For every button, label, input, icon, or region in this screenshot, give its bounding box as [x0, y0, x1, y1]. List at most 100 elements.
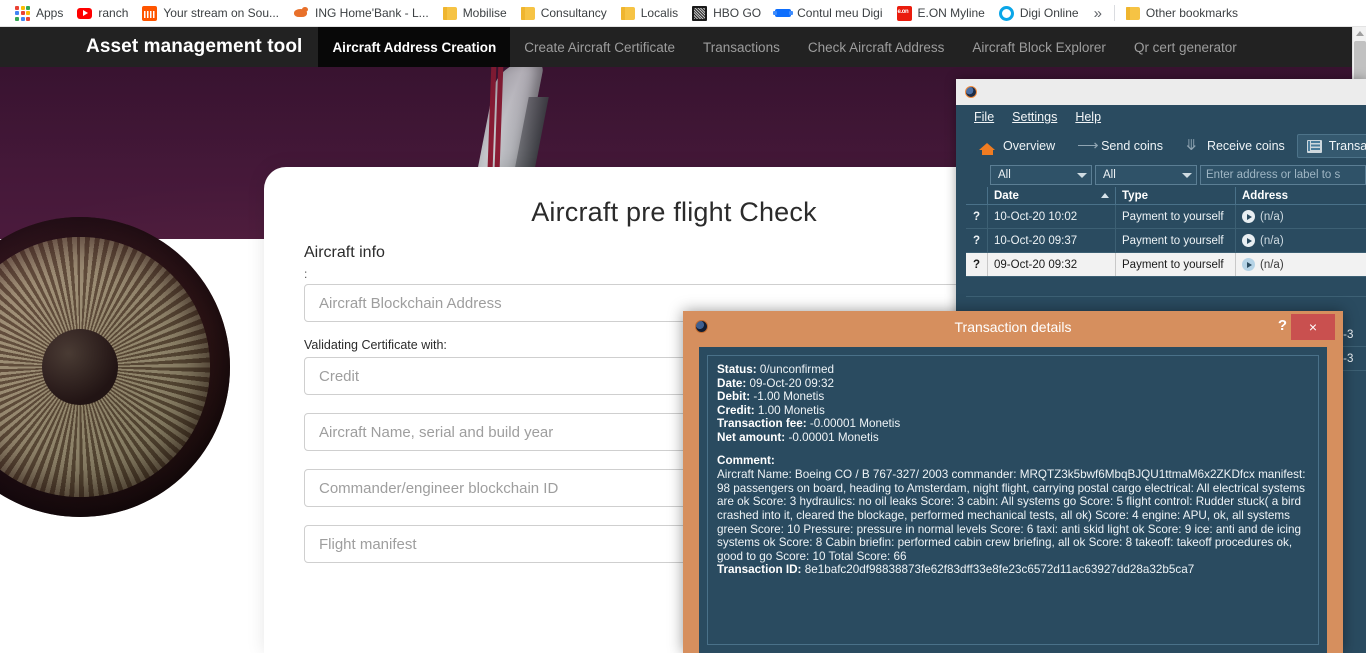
wallet-filters: All All — [956, 163, 1366, 187]
column-header-status[interactable] — [966, 187, 988, 204]
bookmark-contul-meu-digi[interactable]: Contul meu Digi — [768, 4, 889, 22]
nav-aircraft-block-explorer[interactable]: Aircraft Block Explorer — [958, 27, 1120, 67]
bookmark-mobilise[interactable]: Mobilise — [436, 4, 514, 22]
outgoing-arrow-icon — [1242, 234, 1255, 247]
table-header-row: Date Type Address — [966, 187, 1366, 205]
row-status: ? — [966, 229, 988, 252]
chevron-down-icon — [1077, 172, 1087, 178]
help-button[interactable]: ? — [1278, 317, 1287, 334]
toolbar-label: Send coins — [1101, 139, 1163, 153]
transaction-details-dialog: Transaction details ? × Status: 0/unconf… — [683, 311, 1343, 653]
bookmark-eon-myline[interactable]: E.ON Myline — [890, 4, 992, 23]
nav-transactions[interactable]: Transactions — [689, 27, 794, 67]
outgoing-arrow-icon — [1242, 258, 1255, 271]
table-row[interactable]: ? 10-Oct-20 09:37 Payment to yourself (n… — [966, 229, 1366, 253]
row-type: Payment to yourself — [1116, 253, 1236, 276]
soundcloud-icon — [142, 5, 158, 21]
detail-net-amount: Net amount: -0.00001 Monetis — [717, 430, 879, 444]
hbo-go-icon — [692, 5, 708, 21]
transaction-details-text: Status: 0/unconfirmed Date: 09-Oct-20 09… — [707, 355, 1319, 645]
detail-debit: Debit: -1.00 Monetis — [717, 390, 825, 404]
column-header-date[interactable]: Date — [988, 187, 1116, 204]
row-address: (n/a) — [1236, 229, 1366, 252]
column-header-type[interactable]: Type — [1116, 187, 1236, 204]
wallet-titlebar[interactable] — [956, 79, 1366, 105]
bookmark-other-bookmarks[interactable]: Other bookmarks — [1119, 4, 1245, 22]
nav-qr-cert-generator[interactable]: Qr cert generator — [1120, 27, 1251, 67]
detail-transaction-id: Transaction ID: 8e1bafc20df98838873fe62f… — [717, 563, 1195, 577]
row-status: ? — [966, 253, 988, 276]
type-filter-select[interactable]: All — [1095, 165, 1197, 185]
bookmark-localis[interactable]: Localis — [614, 4, 685, 22]
toolbar-overview-button[interactable]: Overview — [969, 134, 1065, 159]
table-empty-row — [966, 277, 1366, 297]
nav-check-aircraft-address[interactable]: Check Aircraft Address — [794, 27, 959, 67]
bookmark-ing[interactable]: ING Home'Bank - L... — [286, 4, 436, 22]
receive-arrow-icon: ⤋ — [1184, 137, 1198, 154]
toolbar-label: Overview — [1003, 139, 1056, 153]
detail-date: Date: 09-Oct-20 09:32 — [717, 376, 834, 390]
nav-aircraft-address-creation[interactable]: Aircraft Address Creation — [318, 27, 511, 67]
address-search-input[interactable] — [1200, 165, 1366, 185]
bookmark-label: Mobilise — [462, 6, 507, 20]
table-row[interactable]: ? 09-Oct-20 09:32 Payment to yourself (n… — [966, 253, 1366, 277]
detail-credit: Credit: 1.00 Monetis — [717, 403, 825, 417]
bookmark-label: Other bookmarks — [1145, 6, 1238, 20]
page-title: Aircraft pre flight Check — [531, 197, 817, 227]
toolbar-transactions-button[interactable]: Transactions — [1296, 134, 1366, 158]
dialog-content: Status: 0/unconfirmed Date: 09-Oct-20 09… — [699, 347, 1327, 653]
section-title-aircraft-info: Aircraft info — [304, 244, 385, 261]
wallet-menubar: File Settings Help — [956, 105, 1366, 129]
bookmark-digi-online[interactable]: Digi Online — [992, 4, 1086, 23]
colon-label: : — [304, 267, 308, 281]
sort-ascending-icon — [1101, 193, 1109, 198]
brand-title[interactable]: Asset management tool — [0, 27, 318, 67]
jet-engine-image — [0, 217, 260, 517]
bookmark-soundcloud[interactable]: Your stream on Sou... — [135, 4, 286, 23]
row-type: Payment to yourself — [1116, 229, 1236, 252]
scroll-up-arrow-icon[interactable] — [1356, 31, 1364, 36]
digi-icon — [773, 9, 794, 17]
browser-bookmarks-bar: Apps ranch Your stream on Sou... ING Hom… — [0, 0, 1366, 27]
toolbar-label: Transactions — [1328, 139, 1366, 153]
nav-create-aircraft-certificate[interactable]: Create Aircraft Certificate — [510, 27, 689, 67]
row-address: (n/a) — [1236, 253, 1366, 276]
menu-file[interactable]: File — [974, 110, 994, 124]
wallet-toolbar: Overview ⟶ Send coins ⤋ Receive coins Tr… — [956, 129, 1366, 163]
send-arrow-icon: ⟶ — [1077, 137, 1099, 154]
bookmark-label: E.ON Myline — [917, 6, 985, 20]
bookmark-label: ING Home'Bank - L... — [315, 6, 429, 20]
menu-settings[interactable]: Settings — [1012, 110, 1057, 124]
bookmark-apps[interactable]: Apps — [8, 4, 70, 23]
dialog-title: Transaction details — [954, 319, 1072, 335]
date-filter-value: All — [998, 169, 1011, 181]
column-header-address[interactable]: Address — [1236, 187, 1366, 204]
folder-icon — [520, 6, 535, 20]
bookmark-label: Contul meu Digi — [797, 6, 883, 20]
date-filter-select[interactable]: All — [990, 165, 1092, 185]
row-date: 10-Oct-20 10:02 — [988, 205, 1116, 228]
transactions-table: Date Type Address ? 10-Oct-20 10:02 Paym… — [966, 187, 1366, 297]
bookmark-hbo-go[interactable]: HBO GO — [685, 4, 768, 23]
bookmark-label: Consultancy — [540, 6, 607, 20]
bookmarks-overflow-button[interactable]: » — [1086, 5, 1110, 22]
toolbar-send-coins-button[interactable]: ⟶ Send coins — [1067, 134, 1173, 158]
row-date: 10-Oct-20 09:37 — [988, 229, 1116, 252]
toolbar-receive-coins-button[interactable]: ⤋ Receive coins — [1175, 134, 1295, 158]
folder-icon — [442, 6, 457, 20]
folder-icon — [620, 6, 635, 20]
detail-comment-label: Comment: — [717, 453, 775, 467]
eon-icon — [896, 5, 912, 21]
menu-help[interactable]: Help — [1075, 110, 1101, 124]
bookmark-label: HBO GO — [713, 6, 762, 20]
close-button[interactable]: × — [1291, 314, 1335, 340]
bookmark-consultancy[interactable]: Consultancy — [514, 4, 614, 22]
bookmark-ranch[interactable]: ranch — [70, 4, 135, 22]
detail-transaction-fee: Transaction fee: -0.00001 Monetis — [717, 417, 901, 431]
wallet-logo-icon — [695, 320, 708, 333]
table-row[interactable]: ? 10-Oct-20 10:02 Payment to yourself (n… — [966, 205, 1366, 229]
dialog-titlebar[interactable]: Transaction details ? × — [683, 311, 1343, 343]
bookmark-label: Digi Online — [1019, 6, 1079, 20]
wallet-logo-icon — [965, 86, 977, 98]
bookmark-label: ranch — [98, 6, 129, 20]
